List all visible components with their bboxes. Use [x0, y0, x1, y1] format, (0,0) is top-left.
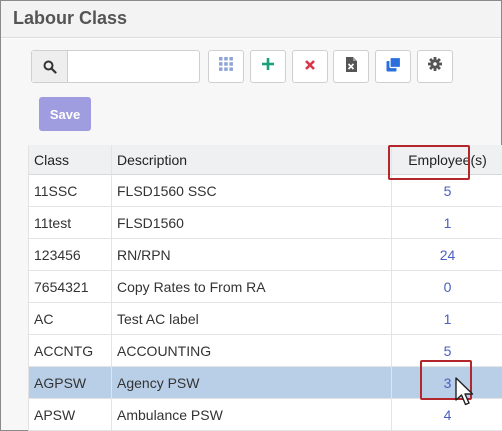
employee-count-link[interactable]: 24 [392, 239, 502, 270]
employee-count-link[interactable]: 4 [392, 399, 502, 430]
excel-icon [345, 56, 357, 77]
table-row[interactable]: ACCNTG ACCOUNTING 5 [29, 335, 502, 367]
close-icon [304, 58, 316, 76]
class-cell: ACCNTG [29, 335, 112, 366]
description-cell: FLSD1560 [112, 207, 392, 238]
class-cell: 11test [29, 207, 112, 238]
class-cell: 7654321 [29, 271, 112, 302]
copy-button[interactable] [375, 50, 411, 83]
table-row-selected[interactable]: AGPSW Agency PSW 3 [29, 367, 502, 399]
class-cell: 123456 [29, 239, 112, 270]
table-row[interactable]: 123456 RN/RPN 24 [29, 239, 502, 271]
employee-count-link[interactable]: 3 [392, 367, 502, 398]
save-button[interactable]: Save [39, 97, 91, 131]
table-header-row: Class Description Employee(s) [29, 145, 502, 175]
delete-button[interactable] [292, 50, 328, 83]
settings-button[interactable] [417, 50, 453, 83]
table-row[interactable]: AC Test AC label 1 [29, 303, 502, 335]
column-header-class[interactable]: Class [29, 145, 112, 174]
class-cell: 11SSC [29, 175, 112, 206]
class-cell: AGPSW [29, 367, 112, 398]
table-row[interactable]: 7654321 Copy Rates to From RA 0 [29, 271, 502, 303]
export-excel-button[interactable] [333, 50, 369, 83]
table-row[interactable]: 11SSC FLSD1560 SSC 5 [29, 175, 502, 207]
employee-count-link[interactable]: 1 [392, 303, 502, 334]
search-icon[interactable] [32, 51, 68, 82]
class-cell: AC [29, 303, 112, 334]
description-cell: Agency PSW [112, 367, 392, 398]
title-bar: Labour Class [1, 1, 501, 38]
grid-icon [219, 57, 233, 76]
column-header-description[interactable]: Description [112, 145, 392, 174]
employee-count-link[interactable]: 0 [392, 271, 502, 302]
plus-icon [261, 57, 275, 76]
description-cell: Test AC label [112, 303, 392, 334]
search-group [31, 50, 200, 83]
page-title: Labour Class [13, 8, 128, 28]
table-row[interactable]: 11test FLSD1560 1 [29, 207, 502, 239]
description-cell: RN/RPN [112, 239, 392, 270]
labour-class-table: Class Description Employee(s) 11SSC FLSD… [28, 145, 502, 431]
employee-count-link[interactable]: 1 [392, 207, 502, 238]
employee-count-link[interactable]: 5 [392, 335, 502, 366]
employee-count-link[interactable]: 5 [392, 175, 502, 206]
class-cell: APSW [29, 399, 112, 430]
description-cell: Copy Rates to From RA [112, 271, 392, 302]
description-cell: Ambulance PSW [112, 399, 392, 430]
add-button[interactable] [250, 50, 286, 83]
table-row[interactable]: APSW Ambulance PSW 4 [29, 399, 502, 431]
description-cell: FLSD1560 SSC [112, 175, 392, 206]
copy-icon [386, 56, 401, 77]
column-header-employees[interactable]: Employee(s) [392, 145, 502, 174]
search-input[interactable] [69, 51, 199, 82]
description-cell: ACCOUNTING [112, 335, 392, 366]
gear-icon [428, 57, 442, 76]
grid-view-button[interactable] [208, 50, 244, 83]
